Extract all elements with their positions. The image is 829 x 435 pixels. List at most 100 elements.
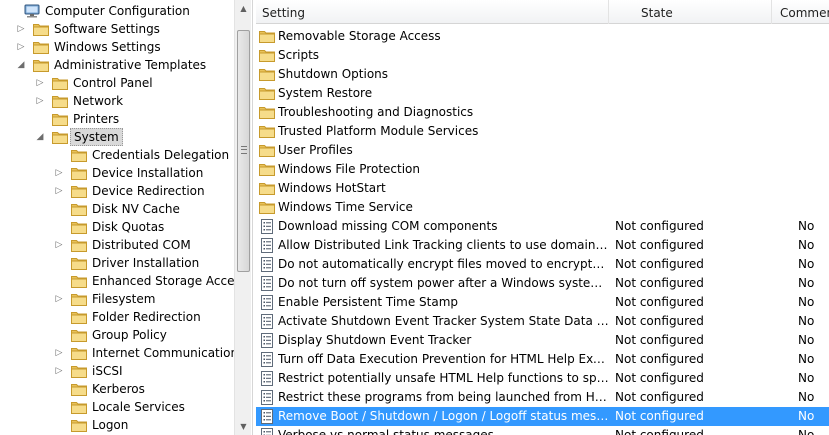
list-policy-row[interactable]: Turn off Data Execution Prevention for H… [256,350,829,369]
list-folder-row[interactable]: Scripts [256,46,829,65]
tree-item[interactable]: ▷ Filesystem [0,290,234,308]
tree-item[interactable]: Disk NV Cache [0,200,234,218]
list-folder-row[interactable]: Shutdown Options [256,65,829,84]
tree-item[interactable]: ▷ Device Redirection [0,182,234,200]
collapsed-arrow-icon[interactable]: ▷ [53,236,65,254]
list-policy-row[interactable]: Restrict these programs from being launc… [256,388,829,407]
setting-name: Display Shutdown Event Tracker [278,333,472,347]
setting-state: Not configured [615,409,704,423]
folder-icon [259,143,275,158]
tree-item[interactable]: Disk Quotas [0,218,234,236]
setting-comment: No [798,352,815,366]
tree-item-label: iSCSI [92,364,123,378]
list-folder-row[interactable]: Troubleshooting and Diagnostics [256,103,829,122]
policy-setting-icon [259,276,275,291]
expanded-arrow-icon[interactable]: ◢ [34,128,46,146]
scroll-thumb[interactable] [237,30,250,272]
scroll-down-arrow-icon[interactable]: ▼ [235,418,252,435]
list-policy-row[interactable]: Verbose vs normal status messages Not con… [256,426,829,435]
tree-item-label: Device Redirection [92,184,205,198]
tree-item[interactable]: Locale Services [0,398,234,416]
list-pane: Setting State Commen Removable Storage A… [256,0,829,435]
collapsed-arrow-icon[interactable]: ▷ [15,20,27,38]
folder-icon [71,166,87,180]
folder-icon [71,292,87,306]
setting-comment: No [798,314,815,328]
column-header-state[interactable]: State [609,0,772,24]
tree-item-label: System [70,128,123,146]
list-policy-row[interactable]: Enable Persistent Time Stamp Not configur… [256,293,829,312]
folder-icon [71,364,87,378]
tree-item[interactable]: Computer Configuration [0,2,234,20]
list-policy-row[interactable]: Remove Boot / Shutdown / Logon / Logoff … [256,407,829,426]
tree-item[interactable]: ▷ Windows Settings [0,38,234,56]
collapsed-arrow-icon[interactable]: ▷ [34,92,46,110]
list-folder-row[interactable]: Windows File Protection [256,160,829,179]
tree-item[interactable]: ◢ Administrative Templates [0,56,234,74]
collapsed-arrow-icon[interactable]: ▷ [53,164,65,182]
tree-item[interactable]: ▷ Device Installation [0,164,234,182]
tree-item[interactable]: ◢ System [0,128,234,146]
policy-setting-icon [259,390,275,405]
list-folder-row[interactable]: Trusted Platform Module Services [256,122,829,141]
folder-icon [52,130,68,144]
setting-name: Allow Distributed Link Tracking clients … [278,238,610,252]
column-header-comment[interactable]: Commen [772,0,829,24]
tree-item[interactable]: ▷ Network [0,92,234,110]
collapsed-arrow-icon[interactable]: ▷ [53,182,65,200]
expanded-arrow-icon[interactable]: ◢ [15,56,27,74]
tree-item[interactable]: Folder Redirection [0,308,234,326]
tree-item[interactable]: ▷ Software Settings [0,20,234,38]
setting-comment: No [798,371,815,385]
tree-item-label: Driver Installation [92,256,200,270]
tree-item[interactable]: Logon [0,416,234,434]
column-header-setting[interactable]: Setting [256,0,609,24]
list-policy-row[interactable]: Activate Shutdown Event Tracker System S… [256,312,829,331]
scroll-up-arrow-icon[interactable]: ▲ [235,0,252,17]
tree-item-label: Group Policy [92,328,167,342]
policy-setting-icon [259,428,275,435]
list-policy-row[interactable]: Restrict potentially unsafe HTML Help fu… [256,369,829,388]
collapsed-arrow-icon[interactable]: ▷ [53,344,65,362]
tree-scrollbar[interactable]: ▲ ▼ [234,0,251,435]
list-folder-row[interactable]: User Profiles [256,141,829,160]
list-policy-row[interactable]: Download missing COM components Not confi… [256,217,829,236]
setting-comment: No [798,390,815,404]
tree-item[interactable]: Driver Installation [0,254,234,272]
list-folder-row[interactable]: Windows HotStart [256,179,829,198]
tree-item[interactable]: Group Policy [0,326,234,344]
tree-item[interactable]: Credentials Delegation [0,146,234,164]
setting-name: Restrict potentially unsafe HTML Help fu… [278,371,610,385]
setting-comment: No [798,333,815,347]
tree-item[interactable]: Enhanced Storage Access [0,272,247,290]
folder-icon [259,67,275,82]
folder-icon [71,184,87,198]
tree-item[interactable]: ▷ iSCSI [0,362,234,380]
setting-name: Do not turn off system power after a Win… [278,276,610,290]
collapsed-arrow-icon[interactable]: ▷ [15,38,27,56]
list-folder-row[interactable]: Windows Time Service [256,198,829,217]
setting-name: Removable Storage Access [278,29,441,43]
setting-name: Do not automatically encrypt files moved… [278,257,610,271]
tree-item[interactable]: Printers [0,110,234,128]
list-policy-row[interactable]: Display Shutdown Event Tracker Not config… [256,331,829,350]
tree-item[interactable]: ▷ Distributed COM [0,236,234,254]
tree-item[interactable]: Kerberos [0,380,234,398]
list-policy-row[interactable]: Do not turn off system power after a Win… [256,274,829,293]
list-folder-row[interactable]: Removable Storage Access [256,27,829,46]
collapsed-arrow-icon[interactable]: ▷ [53,290,65,308]
policy-setting-icon [259,409,275,424]
setting-comment: No [798,238,815,252]
list-policy-row[interactable]: Do not automatically encrypt files moved… [256,255,829,274]
tree-item[interactable]: ▷ Control Panel [0,74,234,92]
list-folder-row[interactable]: System Restore [256,84,829,103]
setting-comment: No [798,409,815,423]
collapsed-arrow-icon[interactable]: ▷ [53,362,65,380]
collapsed-arrow-icon[interactable]: ▷ [34,74,46,92]
setting-name: System Restore [278,86,373,100]
folder-icon [52,94,68,108]
tree-item-label: Windows Settings [54,40,161,54]
list-policy-row[interactable]: Allow Distributed Link Tracking clients … [256,236,829,255]
tree-item[interactable]: ▷ Internet Communication [0,344,238,362]
setting-name: Troubleshooting and Diagnostics [278,105,474,119]
